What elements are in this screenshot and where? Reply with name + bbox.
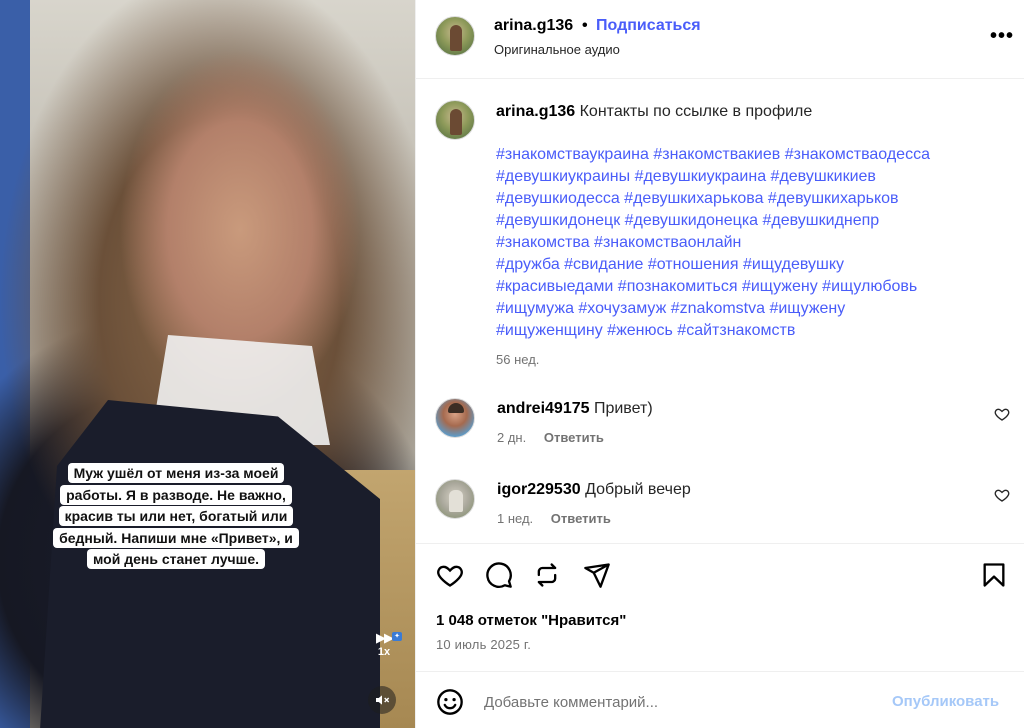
post-date[interactable]: 10 июль 2025 г. <box>436 637 531 652</box>
bookmark-icon[interactable] <box>980 561 1008 589</box>
post-header: arina.g136 • Подписаться Оригинальное ау… <box>416 0 1024 79</box>
playback-speed-button[interactable]: ▶▶ ✦ 1x <box>368 630 402 670</box>
author-avatar[interactable] <box>435 16 475 56</box>
comment-item: andrei49175 Привет) 2 дн. Ответить <box>416 398 1024 458</box>
more-options-icon[interactable]: ••• <box>990 26 1014 46</box>
comment-body: andrei49175 Привет) <box>497 400 653 418</box>
hashtag-line[interactable]: #девушкидонецк #девушкидонецка #девушкид… <box>496 210 986 232</box>
hashtag-line[interactable]: #девушкиукраины #девушкиукраина #девушки… <box>496 166 986 188</box>
share-icon[interactable] <box>583 561 611 589</box>
likes-count[interactable]: 1 048 отметок "Нравится" <box>436 612 626 629</box>
original-audio-link[interactable]: Оригинальное аудио <box>494 42 620 57</box>
speed-badge-icon: ✦ <box>392 632 402 641</box>
commenter-username[interactable]: igor229530 <box>497 481 581 498</box>
comment-meta: 2 дн. Ответить <box>497 430 604 445</box>
publish-button[interactable]: Опубликовать <box>892 693 999 710</box>
post-caption: arina.g136 Контакты по ссылке в профиле <box>496 103 996 121</box>
reply-button[interactable]: Ответить <box>551 511 611 526</box>
comment-item: igor229530 Добрый вечер 1 нед. Ответить <box>416 479 1024 539</box>
caption-text: Контакты по ссылке в профиле <box>579 103 813 120</box>
repost-icon[interactable] <box>533 561 561 589</box>
comment-like-icon[interactable] <box>994 406 1010 422</box>
comment-text: Привет) <box>593 400 653 417</box>
hashtag-line[interactable]: #девушкиодесса #девушкихарькова #девушки… <box>496 188 986 210</box>
comment-body: igor229530 Добрый вечер <box>497 481 691 499</box>
mute-button[interactable] <box>368 686 396 714</box>
comment-meta: 1 нед. Ответить <box>497 511 611 526</box>
add-comment-bar: Опубликовать <box>416 671 1024 728</box>
hashtag-line[interactable]: #ищуженщину #женюсь #сайтзнакомств <box>496 320 986 342</box>
hashtag-line[interactable]: #знакомства #знакомстваонлайн <box>496 232 986 254</box>
heart-icon[interactable] <box>436 561 464 589</box>
reply-button[interactable]: Ответить <box>544 430 604 445</box>
post-panel: arina.g136 • Подписаться Оригинальное ау… <box>415 0 1024 728</box>
hashtag-line[interactable]: #красивыедами #познакомиться #ищужену #и… <box>496 276 986 298</box>
hashtag-line[interactable]: #ищумужа #хочузамуж #znakomstva #ищужену <box>496 298 986 320</box>
hashtag-line[interactable]: #дружба #свидание #отношения #ищудевушку <box>496 254 986 276</box>
hashtag-list: #знакомстваукраина #знакомствакиев #знак… <box>496 144 986 342</box>
action-bar: 1 048 отметок "Нравится" 10 июль 2025 г. <box>416 543 1024 663</box>
commenter-avatar[interactable] <box>435 479 475 519</box>
hashtag-line[interactable]: #знакомстваукраина #знакомствакиев #знак… <box>496 144 986 166</box>
comment-input[interactable] <box>484 686 864 718</box>
commenter-username[interactable]: andrei49175 <box>497 400 590 417</box>
comment-like-icon[interactable] <box>994 487 1010 503</box>
caption-time[interactable]: 56 нед. <box>496 352 539 367</box>
video-caption: Муж ушёл от меня из-за моей работы. Я в … <box>50 463 302 571</box>
muted-speaker-icon <box>376 695 390 705</box>
video-caption-text: Муж ушёл от меня из-за моей работы. Я в … <box>53 463 299 569</box>
reel-video[interactable]: Муж ушёл от меня из-за моей работы. Я в … <box>0 0 415 728</box>
follow-button[interactable]: Подписаться <box>596 17 701 35</box>
caption-username[interactable]: arina.g136 <box>496 103 575 120</box>
comment-time[interactable]: 2 дн. <box>497 430 526 445</box>
caption-author-avatar[interactable] <box>435 100 475 140</box>
comment-time[interactable]: 1 нед. <box>497 511 533 526</box>
emoji-icon[interactable] <box>436 688 464 716</box>
comment-icon[interactable] <box>485 561 513 589</box>
header-separator: • <box>582 17 588 34</box>
author-username[interactable]: arina.g136 <box>494 17 573 35</box>
playback-speed-label: 1x <box>377 646 391 658</box>
comment-text: Добрый вечер <box>585 481 691 498</box>
commenter-avatar[interactable] <box>435 398 475 438</box>
comments-section[interactable]: arina.g136 Контакты по ссылке в профиле … <box>416 80 1024 542</box>
